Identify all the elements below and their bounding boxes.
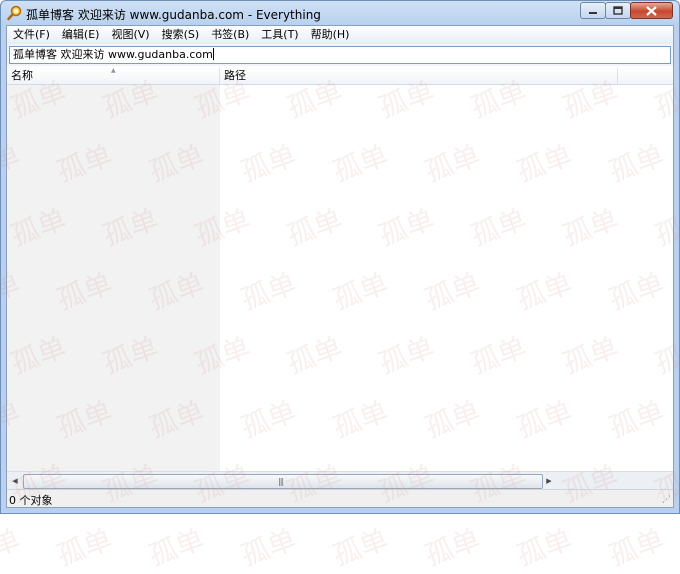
column-extra-header[interactable] xyxy=(618,67,678,84)
close-icon xyxy=(646,5,657,16)
watermark-text: 孤单 xyxy=(512,522,577,573)
watermark-text: 孤单 xyxy=(52,522,117,573)
menu-view[interactable]: 视图(V) xyxy=(105,26,155,44)
resize-grip-icon[interactable]: ⋰ xyxy=(662,495,671,505)
menu-file[interactable]: 文件(F) xyxy=(7,26,56,44)
scroll-right-icon[interactable]: ▶ xyxy=(542,474,556,488)
scroll-left-icon[interactable]: ◀ xyxy=(8,474,22,488)
watermark-text: 孤单 xyxy=(328,522,393,573)
watermark-text: 孤单 xyxy=(420,522,485,573)
scrollbar-grip-icon: ||| xyxy=(278,477,284,486)
maximize-button[interactable] xyxy=(605,2,631,19)
client-area: 文件(F) 编辑(E) 视图(V) 搜索(S) 书签(B) 工具(T) 帮助(H… xyxy=(6,25,674,508)
column-path-header[interactable]: 路径 xyxy=(220,67,618,84)
minimize-icon xyxy=(589,11,597,14)
menu-bar: 文件(F) 编辑(E) 视图(V) 搜索(S) 书签(B) 工具(T) 帮助(H… xyxy=(7,26,673,45)
title-bar[interactable]: 孤单博客 欢迎来访 www.gudanba.com - Everything xyxy=(1,1,679,25)
menu-help[interactable]: 帮助(H) xyxy=(305,26,356,44)
menu-tools[interactable]: 工具(T) xyxy=(255,26,304,44)
window-controls xyxy=(580,2,673,19)
window-title: 孤单博客 欢迎来访 www.gudanba.com - Everything xyxy=(26,8,321,22)
watermark-text: 孤单 xyxy=(236,522,301,573)
column-header: 名称 ▲ 路径 xyxy=(7,67,673,85)
horizontal-scrollbar[interactable]: ◀ ||| ▶ xyxy=(7,471,673,490)
watermark-text: 孤单 xyxy=(0,522,25,573)
minimize-button[interactable] xyxy=(580,2,606,19)
status-text: 0 个对象 xyxy=(9,494,53,507)
column-name-label: 名称 xyxy=(11,69,33,82)
results-list[interactable] xyxy=(7,85,673,471)
search-input[interactable]: 孤单博客 欢迎来访 www.gudanba.com xyxy=(9,46,671,64)
watermark-text: 孤单 xyxy=(604,522,669,573)
text-caret xyxy=(212,48,214,60)
search-bar: 孤单博客 欢迎来访 www.gudanba.com xyxy=(7,44,673,66)
everything-search-icon xyxy=(7,5,22,21)
search-value: 孤单博客 欢迎来访 www.gudanba.com xyxy=(13,48,213,61)
watermark-text: 孤单 xyxy=(144,522,209,573)
status-bar: 0 个对象 ⋰ xyxy=(7,489,673,507)
app-window: 孤单博客 欢迎来访 www.gudanba.com - Everything 文… xyxy=(0,0,680,514)
sort-ascending-icon: ▲ xyxy=(111,67,116,74)
maximize-icon xyxy=(613,6,623,15)
scrollbar-thumb[interactable]: ||| xyxy=(23,474,543,489)
name-column-background xyxy=(7,85,220,471)
column-path-label: 路径 xyxy=(224,69,246,82)
menu-bookmarks[interactable]: 书签(B) xyxy=(205,26,255,44)
menu-search[interactable]: 搜索(S) xyxy=(156,26,206,44)
column-name-header[interactable]: 名称 ▲ xyxy=(7,67,220,84)
menu-edit[interactable]: 编辑(E) xyxy=(56,26,106,44)
close-button[interactable] xyxy=(630,2,673,19)
